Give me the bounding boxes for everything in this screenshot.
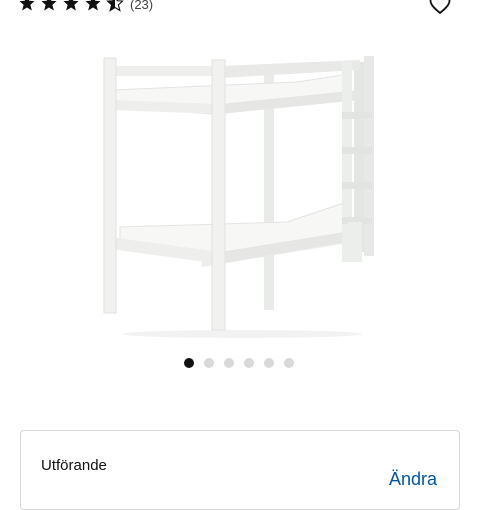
carousel-dot[interactable] [284, 358, 294, 368]
carousel-dot[interactable] [204, 358, 214, 368]
variant-selector-card[interactable]: Utförande Ändra [20, 430, 460, 510]
rating-row: (23) [0, 0, 480, 20]
review-count[interactable]: (23) [130, 0, 153, 12]
star-icon [85, 0, 101, 11]
product-image[interactable] [92, 52, 392, 342]
star-icon [63, 0, 79, 11]
carousel-dot[interactable] [184, 358, 194, 368]
star-half-icon [106, 0, 124, 12]
variant-label: Utförande [41, 457, 107, 474]
rating-stars[interactable] [18, 0, 124, 12]
carousel-dot[interactable] [244, 358, 254, 368]
star-icon [19, 0, 35, 11]
star-icon [41, 0, 57, 11]
carousel-dot[interactable] [264, 358, 274, 368]
image-carousel-dots [184, 358, 294, 368]
heart-outline-icon[interactable] [428, 0, 452, 16]
carousel-dot[interactable] [224, 358, 234, 368]
